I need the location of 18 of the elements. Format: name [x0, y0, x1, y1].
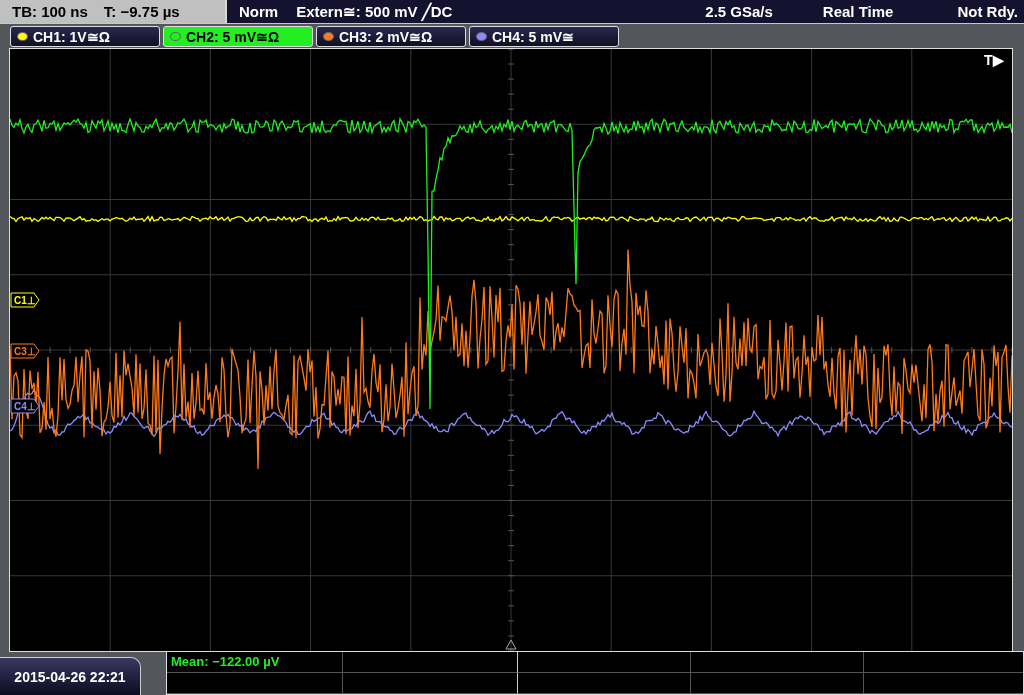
channel-tab[interactable]: CH3: 2 mV≅Ω — [316, 26, 466, 48]
measurement-value: Mean: −122.00 µV — [170, 654, 280, 669]
timebase: TB: 100 ns — [12, 3, 88, 21]
trigger-mode: Norm — [239, 3, 279, 21]
channel-tab[interactable]: CH1: 1V≅Ω — [10, 26, 160, 48]
channel-marker: C1⊥ — [10, 292, 40, 308]
channel-marker: C4⊥ — [10, 398, 40, 414]
date-time: 2015-04-26 22:21 — [0, 657, 141, 695]
acquisition-mode: Real Time — [822, 3, 894, 21]
sample-rate: 2.5 GSa/s — [705, 3, 773, 21]
trigger-time: T: −9.75 µs — [103, 3, 180, 21]
channel-tab[interactable]: CH2: 5 mV≅Ω — [163, 26, 313, 48]
status-text: Not Rdy. — [957, 3, 1018, 21]
channel-tab[interactable]: CH4: 5 mV≅ — [469, 26, 619, 48]
trigger-position-icon — [505, 639, 517, 650]
trigger-source: Extern≅: 500 mV ╱DC — [296, 2, 453, 21]
trigger-marker: T▶ — [984, 52, 1004, 68]
channel-marker: C3⊥ — [10, 343, 40, 359]
